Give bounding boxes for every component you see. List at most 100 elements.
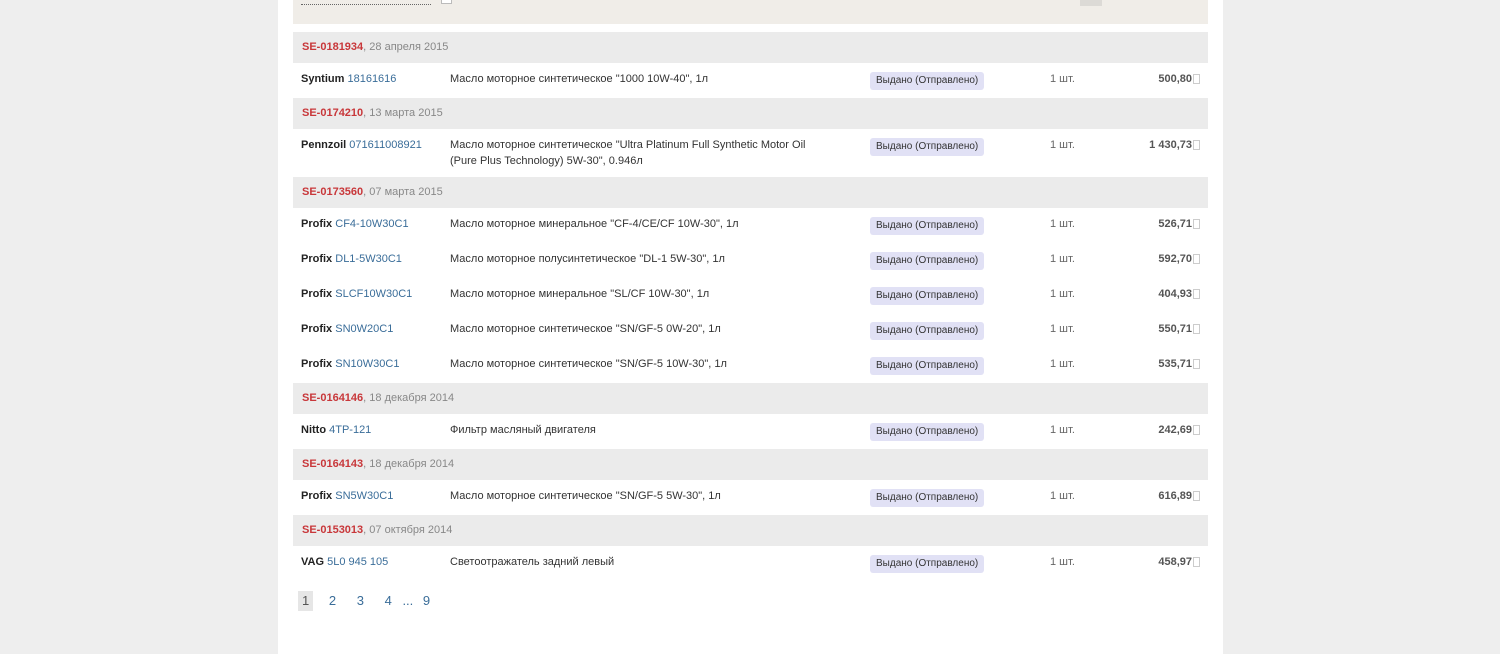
item-brand: Profix [301, 323, 333, 335]
order-item-row: Profix SN0W20C1 Масло моторное синтетичес… [293, 313, 1208, 348]
status-badge: Выдано (Отправлено) [870, 138, 985, 156]
order-item-row: Profix CF4-10W30C1 Масло моторное минерал… [293, 208, 1208, 243]
filter-field[interactable] [301, 4, 431, 5]
item-brand: Profix [301, 490, 333, 502]
order-date: , 18 декабря 2014 [363, 458, 455, 470]
item-quantity: 1 шт. [1050, 253, 1075, 265]
order-id-link[interactable]: SE-0173560 [302, 186, 363, 198]
status-badge: Выдано (Отправлено) [870, 423, 985, 441]
item-article-link[interactable]: SN10W30C1 [335, 358, 399, 370]
order-item-row: Profix SN5W30C1 Масло моторное синтетичес… [293, 480, 1208, 515]
item-quantity: 1 шт. [1050, 556, 1075, 568]
item-price: 458,97 [1158, 556, 1192, 568]
item-brand: Profix [301, 253, 333, 265]
status-badge: Выдано (Отправлено) [870, 217, 985, 235]
item-article-link[interactable]: CF4-10W30C1 [335, 218, 408, 230]
currency-icon [1193, 254, 1200, 264]
page-current: 1 [298, 591, 314, 611]
item-brand-cell: Profix DL1-5W30C1 [301, 253, 402, 265]
item-brand: Syntium [301, 73, 345, 85]
item-price: 526,71 [1158, 218, 1192, 230]
item-brand: Nitto [301, 424, 327, 436]
item-description: Масло моторное синтетическое "SN/GF-5 5W… [450, 490, 721, 502]
order-header: SE-0173560, 07 марта 2015 [293, 177, 1208, 208]
pagination: 1 2 3 4 ... 9 [298, 591, 443, 611]
order-header: SE-0153013, 07 октября 2014 [293, 515, 1208, 546]
item-brand: Pennzoil [301, 139, 347, 151]
currency-icon [1193, 425, 1200, 435]
order-date: , 13 марта 2015 [363, 107, 443, 119]
item-description: Светоотражатель задний левый [450, 556, 615, 568]
order-item-row: Nitto 4TP-121 Фильтр масляный двигателя Вы… [293, 414, 1208, 449]
currency-icon [1193, 359, 1200, 369]
currency-icon [1193, 289, 1200, 299]
order-header: SE-0164146, 18 декабря 2014 [293, 383, 1208, 414]
item-brand-cell: Profix SN0W20C1 [301, 323, 393, 335]
order-header: SE-0164143, 18 декабря 2014 [293, 449, 1208, 480]
item-brand-cell: VAG 5L0 945 105 [301, 556, 388, 568]
item-article-link[interactable]: 071611008921 [349, 139, 422, 151]
currency-icon [1193, 140, 1200, 150]
item-brand-cell: Profix CF4-10W30C1 [301, 218, 409, 230]
order-id-link[interactable]: SE-0164143 [302, 458, 363, 470]
page-link-4[interactable]: 4 [381, 591, 396, 611]
currency-icon [1193, 74, 1200, 84]
item-price: 1 430,73 [1149, 139, 1192, 151]
item-brand-cell: Profix SLCF10W30C1 [301, 288, 412, 300]
order-id-link[interactable]: SE-0174210 [302, 107, 363, 119]
order-item-row: Profix SN10W30C1 Масло моторное синтетиче… [293, 348, 1208, 383]
item-brand-cell: Profix SN10W30C1 [301, 358, 399, 370]
item-description: Масло моторное синтетическое "SN/GF-5 10… [450, 358, 727, 370]
order-item-row: Profix SLCF10W30C1 Масло моторное минерал… [293, 278, 1208, 313]
order-id-link[interactable]: SE-0164146 [302, 392, 363, 404]
currency-icon [1193, 219, 1200, 229]
item-description: Масло моторное полусинтетическое "DL-1 5… [450, 253, 725, 265]
item-brand: VAG [301, 556, 325, 568]
item-article-link[interactable]: SN5W30C1 [335, 490, 393, 502]
item-brand-cell: Syntium 18161616 [301, 73, 396, 85]
page-ellipsis: ... [402, 593, 414, 608]
filter-checkbox[interactable] [441, 0, 452, 4]
item-article-link[interactable]: 4TP-121 [329, 424, 371, 436]
page-link-2[interactable]: 2 [325, 591, 340, 611]
item-brand-cell: Pennzoil 071611008921 [301, 139, 422, 151]
item-price: 500,80 [1158, 73, 1192, 85]
item-price: 404,93 [1158, 288, 1192, 300]
item-brand-cell: Nitto 4TP-121 [301, 424, 371, 436]
status-badge: Выдано (Отправлено) [870, 72, 985, 90]
item-quantity: 1 шт. [1050, 139, 1075, 151]
order-date: , 28 апреля 2015 [363, 41, 449, 53]
item-article-link[interactable]: DL1-5W30C1 [335, 253, 402, 265]
currency-icon [1193, 324, 1200, 334]
page-link-last[interactable]: 9 [419, 591, 434, 611]
order-id-link[interactable]: SE-0153013 [302, 524, 363, 536]
order-date: , 07 октября 2014 [363, 524, 453, 536]
item-brand: Profix [301, 358, 333, 370]
item-article-link[interactable]: SN0W20C1 [335, 323, 393, 335]
order-item-row: VAG 5L0 945 105 Светоотражатель задний ле… [293, 546, 1208, 581]
item-quantity: 1 шт. [1050, 424, 1075, 436]
filter-button[interactable] [1080, 0, 1102, 6]
item-brand: Profix [301, 218, 333, 230]
item-article-link[interactable]: SLCF10W30C1 [335, 288, 412, 300]
item-brand: Profix [301, 288, 333, 300]
item-article-link[interactable]: 18161616 [347, 73, 396, 85]
page-container: SE-0181934, 28 апреля 2015 Syntium 181616… [278, 0, 1223, 654]
order-id-link[interactable]: SE-0181934 [302, 41, 363, 53]
item-description: Масло моторное минеральное "CF-4/CE/CF 1… [450, 218, 739, 230]
item-quantity: 1 шт. [1050, 490, 1075, 502]
status-badge: Выдано (Отправлено) [870, 357, 985, 375]
order-item-row: Profix DL1-5W30C1 Масло моторное полусинт… [293, 243, 1208, 278]
item-description: Фильтр масляный двигателя [450, 424, 596, 436]
filter-bar [293, 0, 1208, 24]
item-description: Масло моторное синтетическое "SN/GF-5 0W… [450, 323, 721, 335]
item-article-link[interactable]: 5L0 945 105 [327, 556, 388, 568]
item-quantity: 1 шт. [1050, 358, 1075, 370]
item-price: 616,89 [1158, 490, 1192, 502]
page-link-3[interactable]: 3 [353, 591, 368, 611]
status-badge: Выдано (Отправлено) [870, 489, 985, 507]
status-badge: Выдано (Отправлено) [870, 252, 985, 270]
item-price: 242,69 [1158, 424, 1192, 436]
order-date: , 07 марта 2015 [363, 186, 443, 198]
item-description: Масло моторное синтетическое "Ultra Plat… [450, 139, 806, 167]
